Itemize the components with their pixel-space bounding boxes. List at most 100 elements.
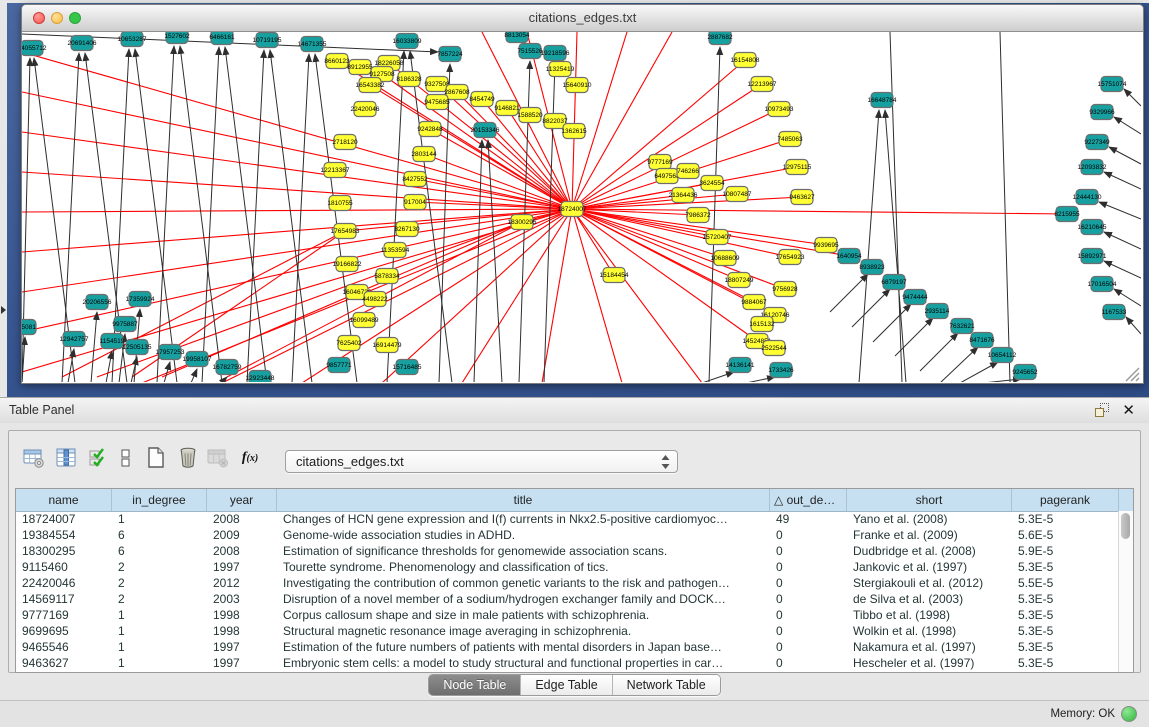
graph-node[interactable]: 17359924	[126, 292, 155, 307]
graph-node[interactable]: 9939695	[813, 238, 839, 253]
column-header[interactable]: title	[277, 489, 770, 511]
graph-node[interactable]: 12093832	[1078, 160, 1107, 175]
graph-edge[interactable]	[702, 372, 734, 382]
graph-node[interactable]: 9884067	[741, 295, 767, 310]
graph-node[interactable]: 10654112	[988, 348, 1017, 363]
network-graph[interactable]: 1405571220691406106532871527602646616110…	[22, 32, 1141, 382]
table-row[interactable]: 977716911998Corpus callosum shape and si…	[16, 607, 1119, 623]
graph-edge[interactable]	[542, 209, 572, 382]
graph-edge[interactable]	[873, 304, 911, 342]
graph-node[interactable]: 1154519	[100, 334, 125, 349]
graph-edge[interactable]	[572, 209, 702, 382]
graph-node[interactable]: 15640910	[563, 78, 592, 93]
table-row[interactable]: 946554611997Estimation of the future num…	[16, 639, 1119, 655]
scrollbar-thumb[interactable]	[1121, 513, 1130, 539]
graph-edge[interactable]	[1114, 289, 1141, 306]
graph-node[interactable]: 16782759	[213, 360, 242, 375]
graph-node[interactable]: 8454749	[469, 92, 495, 107]
graph-node[interactable]: 22420046	[351, 102, 380, 117]
table-settings-button[interactable]	[21, 445, 47, 471]
table-scrollbar[interactable]	[1118, 511, 1133, 672]
graph-node[interactable]: 10973493	[765, 102, 794, 117]
delete-column-button[interactable]	[205, 445, 231, 471]
graph-node[interactable]: 7485063	[777, 132, 803, 147]
graph-node[interactable]: 1362615	[561, 124, 587, 139]
graph-node[interactable]: 15716485	[393, 360, 422, 375]
graph-node[interactable]: 18807249	[725, 273, 754, 288]
graph-edge[interactable]	[22, 209, 572, 252]
graph-node[interactable]: 19958107	[183, 352, 212, 367]
graph-node[interactable]: 20206556	[83, 295, 112, 310]
graph-node[interactable]: 16914479	[373, 338, 402, 353]
graph-node[interactable]: 917004	[404, 195, 426, 210]
graph-edge[interactable]	[225, 47, 267, 382]
graph-node[interactable]: 3624554	[699, 176, 725, 191]
graph-node[interactable]: 17016504	[1088, 277, 1117, 292]
graph-edge[interactable]	[247, 50, 264, 382]
graph-node[interactable]: 835081	[22, 320, 36, 335]
graph-edge[interactable]	[22, 209, 572, 332]
graph-node[interactable]: 20153346	[471, 123, 500, 138]
graph-edge[interactable]	[1000, 32, 1010, 382]
graph-edge[interactable]	[180, 46, 222, 382]
graph-edge[interactable]	[270, 50, 312, 382]
graph-edge[interactable]	[983, 379, 1021, 382]
graph-edge[interactable]	[830, 274, 868, 312]
tab-node-table[interactable]: Node Table	[429, 675, 520, 695]
graph-node[interactable]: 2803144	[411, 147, 437, 162]
table-selector-dropdown[interactable]: citations_edges.txt	[285, 450, 678, 473]
row-height-button[interactable]	[113, 445, 139, 471]
graph-edge[interactable]	[1099, 202, 1141, 219]
graph-node[interactable]: 7986372	[685, 208, 711, 223]
graph-edge[interactable]	[890, 32, 902, 382]
column-header[interactable]: short	[847, 489, 1012, 511]
graph-node[interactable]: 1615132	[749, 317, 775, 332]
graph-node[interactable]: 8427552	[402, 172, 428, 187]
graph-edge[interactable]	[746, 377, 775, 382]
table-row[interactable]: 1830029562008Estimation of significance …	[16, 543, 1119, 559]
graph-node[interactable]: 4498222	[362, 292, 388, 307]
graph-edge[interactable]	[345, 209, 572, 231]
graph-node[interactable]: 16648784	[868, 93, 897, 108]
graph-edge[interactable]	[960, 362, 998, 382]
graph-node[interactable]: 12213967	[748, 77, 777, 92]
column-header[interactable]: in_degree	[112, 489, 207, 511]
network-canvas[interactable]: 1405571220691406106532871527602646616110…	[22, 32, 1141, 382]
graph-node[interactable]: 15720407	[703, 230, 732, 245]
graph-node[interactable]: 746266	[677, 164, 699, 179]
graph-node[interactable]: 19218596	[541, 46, 570, 61]
graph-node[interactable]: 17654923	[776, 250, 805, 265]
graph-node[interactable]: 1640954	[836, 249, 862, 264]
graph-node[interactable]: 7625402	[336, 336, 362, 351]
graph-edge[interactable]	[572, 209, 1067, 214]
graph-node[interactable]: 2718120	[332, 135, 358, 150]
graph-edge[interactable]	[162, 222, 522, 377]
graph-node[interactable]: 16154808	[731, 53, 760, 68]
graph-node[interactable]: 9474444	[902, 290, 928, 305]
network-window-titlebar[interactable]: citations_edges.txt	[22, 5, 1143, 32]
graph-node[interactable]: 1810755	[327, 196, 353, 211]
graph-node[interactable]: 2887682	[707, 32, 733, 45]
graph-edge[interactable]	[91, 312, 97, 382]
table-row[interactable]: 1938455462009Genome-wide association stu…	[16, 527, 1119, 543]
graph-edge[interactable]	[439, 64, 450, 382]
graph-node[interactable]: 18300295	[508, 215, 537, 230]
graph-node[interactable]: 10719195	[253, 33, 282, 48]
graph-node[interactable]: 16033809	[393, 34, 422, 49]
graph-node[interactable]: 10807487	[723, 187, 752, 202]
graph-node[interactable]: 1588520	[517, 108, 543, 123]
graph-edge[interactable]	[852, 289, 890, 327]
graph-node[interactable]: 9146821	[494, 101, 520, 116]
graph-node[interactable]: 14671355	[298, 37, 327, 52]
graph-node[interactable]: 8813054	[504, 32, 530, 43]
graph-node[interactable]: 16543382	[356, 78, 385, 93]
graph-node[interactable]: 2522544	[761, 341, 787, 356]
table-row[interactable]: 946362711997Embryonic stem cells: a mode…	[16, 655, 1119, 671]
graph-node[interactable]: 14136141	[726, 358, 755, 373]
graph-node[interactable]: 11353594	[381, 243, 410, 258]
graph-edge[interactable]	[315, 54, 357, 382]
graph-node[interactable]: 9463627	[789, 190, 815, 205]
graph-node[interactable]: 15184454	[600, 268, 629, 283]
column-header[interactable]: name	[16, 489, 112, 511]
graph-node[interactable]: 2935114	[925, 304, 950, 319]
